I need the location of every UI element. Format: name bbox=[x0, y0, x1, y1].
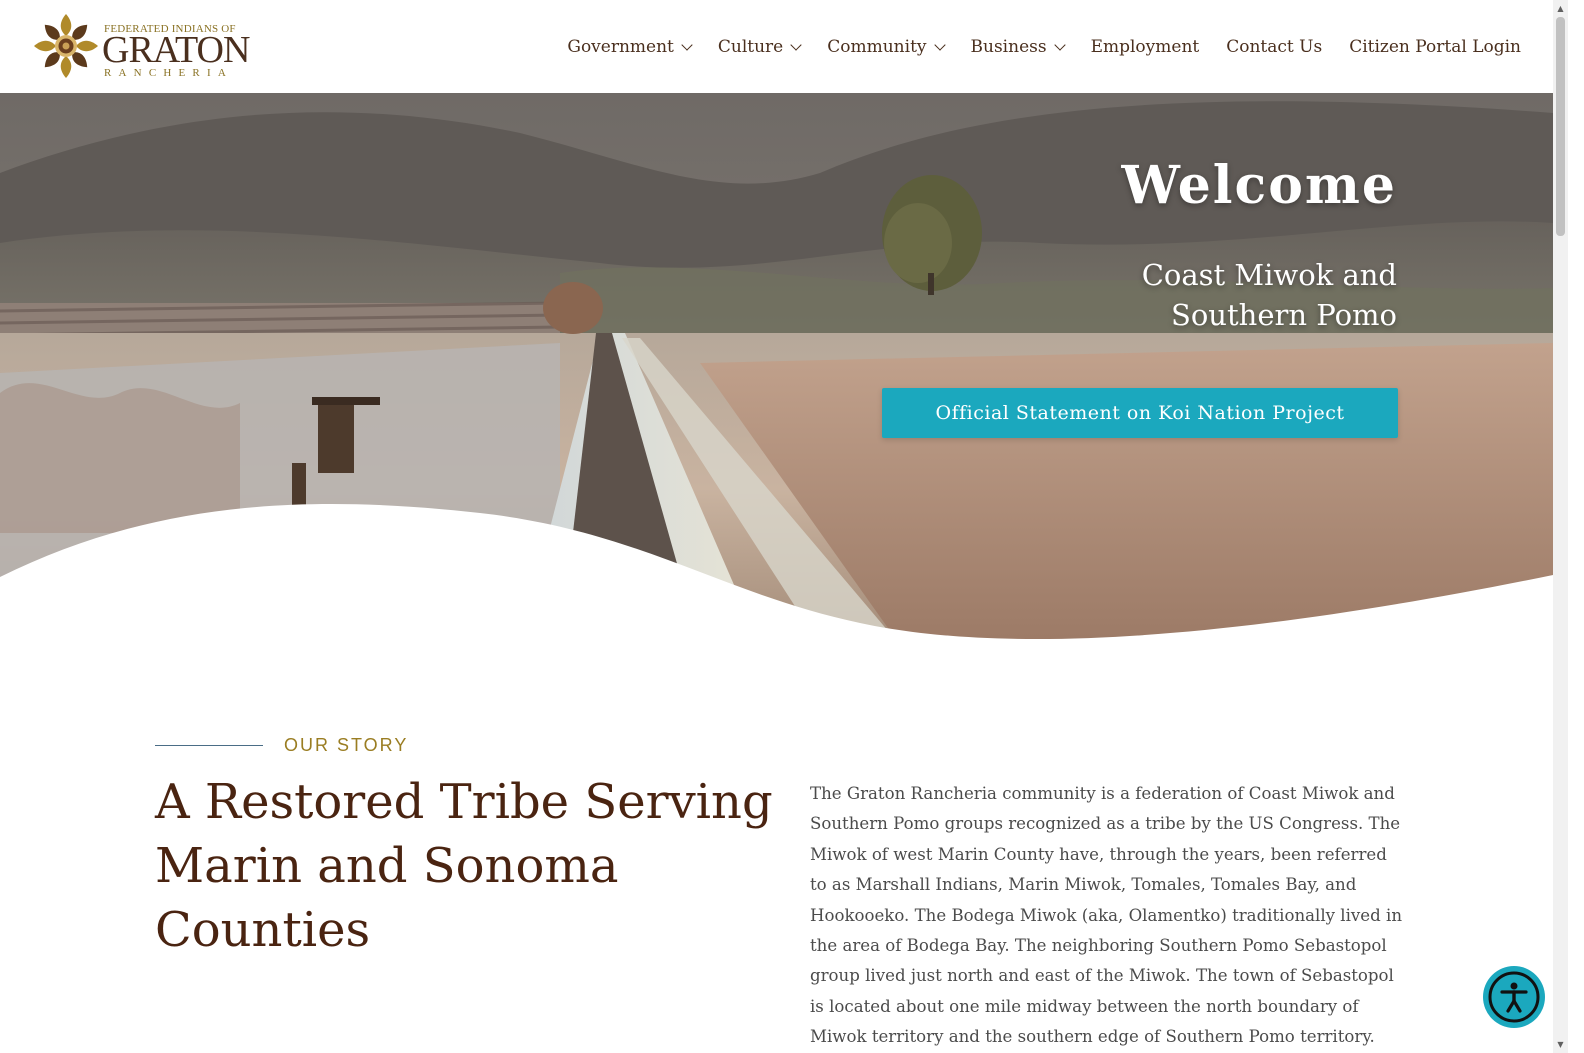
accessibility-button[interactable] bbox=[1483, 966, 1545, 1028]
story-title: A Restored Tribe Serving Marin and Sonom… bbox=[155, 774, 773, 958]
chevron-down-icon bbox=[681, 38, 693, 51]
scroll-thumb[interactable] bbox=[1556, 17, 1565, 236]
hero-banner: Welcome Coast Miwok and Southern Pomo Of… bbox=[0, 93, 1553, 645]
koi-nation-statement-button[interactable]: Official Statement on Koi Nation Project bbox=[882, 388, 1398, 438]
scroll-up-icon[interactable]: ▲ bbox=[1553, 0, 1568, 17]
hero-subtitle: Coast Miwok and Southern Pomo bbox=[1141, 258, 1397, 332]
page-scrollbar[interactable]: ▲ ▼ bbox=[1553, 0, 1568, 1053]
nav-item-label: Citizen Portal Login bbox=[1349, 36, 1521, 57]
nav-item-community[interactable]: Community bbox=[827, 36, 946, 57]
nav-item-business[interactable]: Business bbox=[970, 36, 1066, 57]
chevron-down-icon bbox=[790, 38, 802, 51]
main-nav: Government Culture Community Business Em… bbox=[540, 0, 1521, 93]
logo-flower-icon bbox=[34, 14, 98, 78]
nav-item-label: Government bbox=[567, 36, 674, 57]
nav-item-label: Employment bbox=[1090, 36, 1200, 57]
scroll-down-icon[interactable]: ▼ bbox=[1553, 1036, 1568, 1053]
accessibility-icon bbox=[1488, 971, 1540, 1023]
nav-item-label: Culture bbox=[717, 36, 784, 57]
logo-sub-line: RANCHERIA bbox=[104, 67, 233, 79]
chevron-down-icon bbox=[933, 38, 946, 51]
nav-item-citizen-portal-login[interactable]: Citizen Portal Login bbox=[1349, 37, 1521, 57]
nav-item-employment[interactable]: Employment bbox=[1091, 37, 1200, 57]
chevron-down-icon bbox=[1053, 38, 1066, 51]
logo-name: GRATON bbox=[102, 29, 250, 71]
nav-item-contact-us[interactable]: Contact Us bbox=[1226, 37, 1322, 57]
story-body: The Graton Rancheria community is a fede… bbox=[810, 784, 1403, 1047]
hero-title: Welcome bbox=[1121, 155, 1397, 216]
nav-item-culture[interactable]: Culture bbox=[717, 36, 802, 57]
site-logo[interactable]: FEDERATED INDIANS OF GRATON RANCHERIA bbox=[32, 12, 250, 80]
eyebrow-divider bbox=[155, 745, 263, 746]
nav-item-label: Contact Us bbox=[1226, 36, 1323, 57]
nav-item-label: Business bbox=[970, 36, 1047, 57]
nav-item-label: Community bbox=[827, 36, 927, 57]
nav-item-government[interactable]: Government bbox=[567, 36, 693, 57]
story-eyebrow: OUR STORY bbox=[284, 735, 409, 755]
site-header: FEDERATED INDIANS OF GRATON RANCHERIA Go… bbox=[0, 0, 1568, 93]
page-edge bbox=[1568, 0, 1584, 1053]
